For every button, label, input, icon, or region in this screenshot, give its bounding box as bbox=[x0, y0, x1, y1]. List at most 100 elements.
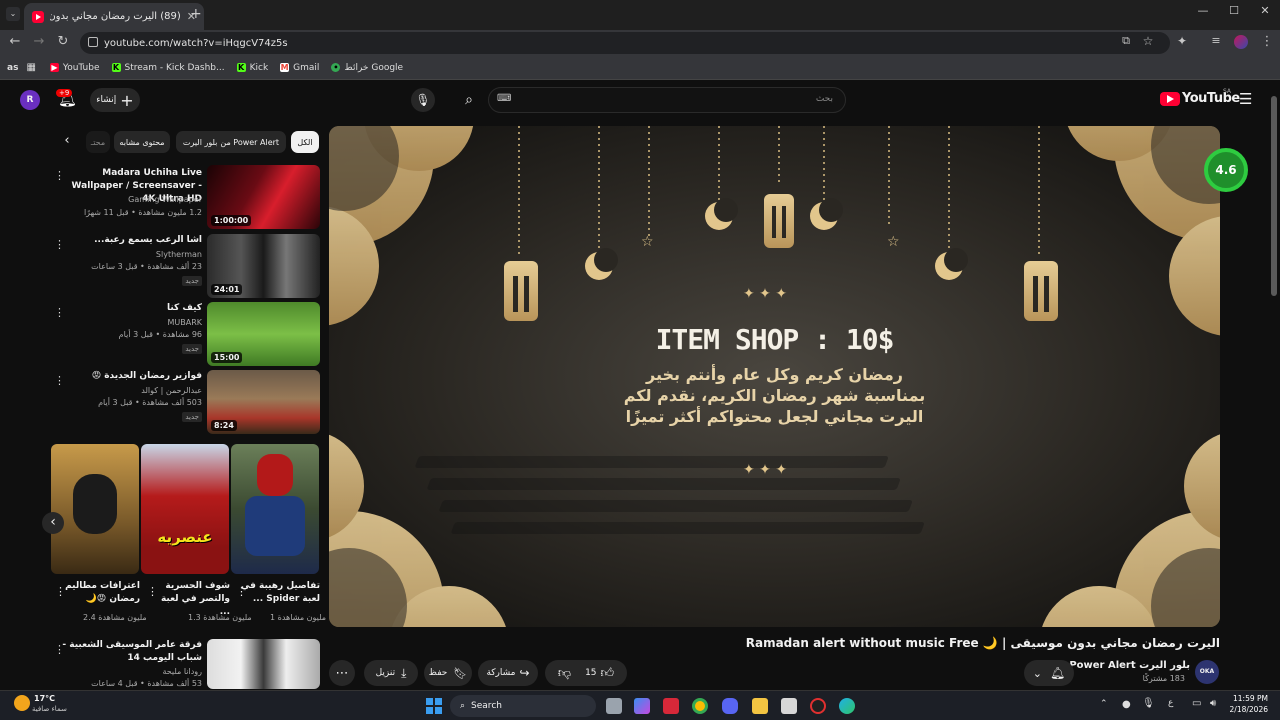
chips-scroll-left-icon[interactable]: ‹ bbox=[58, 133, 76, 151]
close-window-button[interactable]: ✕ bbox=[1251, 4, 1279, 17]
weather-temp[interactable]: 17°C bbox=[34, 694, 55, 703]
create-button[interactable]: إنشاء + bbox=[90, 88, 140, 112]
menu-dots-icon[interactable]: ⋮ bbox=[1258, 34, 1276, 49]
chip-all[interactable]: الكل bbox=[291, 131, 319, 153]
channel-name[interactable]: رودانا مليحة bbox=[62, 667, 202, 676]
taskbar-search-box[interactable]: ⌕ Search bbox=[450, 695, 596, 717]
channel-name[interactable]: Slytherman bbox=[62, 250, 202, 259]
reading-list-icon[interactable]: ≡ bbox=[1207, 34, 1225, 47]
voice-search-icon[interactable]: 🎙︎ bbox=[411, 88, 435, 112]
channel-name[interactable]: بلور اليرت Power Alert bbox=[1060, 660, 1190, 671]
list-item[interactable]: 24:01 اشا الرعب يسمع رعبة... Slytherman … bbox=[50, 234, 320, 298]
more-actions-icon[interactable]: ⋮ bbox=[147, 585, 158, 598]
more-actions-icon[interactable]: ⋮ bbox=[54, 238, 65, 251]
back-icon[interactable]: ← bbox=[6, 34, 24, 49]
reload-icon[interactable]: ↻ bbox=[54, 34, 72, 49]
more-actions-icon[interactable]: ⋮ bbox=[54, 374, 65, 387]
video-thumbnail[interactable]: 15:00 bbox=[207, 302, 320, 366]
page-scrollbar[interactable] bbox=[1271, 96, 1277, 296]
like-icon[interactable]: 👍︎ bbox=[601, 666, 615, 681]
forward-icon[interactable]: → bbox=[30, 34, 48, 49]
browser-tab-active[interactable]: (89) اليرت رمضان مجاني بدون موسيقى ✕ bbox=[24, 3, 204, 30]
cast-icon[interactable]: ⧉ bbox=[1117, 34, 1135, 48]
save-button[interactable]: حفظ 🔖︎ bbox=[424, 660, 472, 686]
video-title[interactable]: اشا الرعب يسمع رعبة... bbox=[62, 234, 202, 247]
app-icon-red[interactable] bbox=[663, 698, 679, 714]
more-actions-icon[interactable]: ⋯ bbox=[329, 660, 355, 686]
chip-from-power-alert[interactable]: بلور اليرت من Power Alert bbox=[176, 131, 286, 153]
short-thumbnail[interactable] bbox=[51, 444, 139, 574]
chip-related[interactable]: محتـ bbox=[86, 131, 110, 153]
video-title[interactable]: فرقة عامر الموسيقى الشعبية - شباب اليومب… bbox=[62, 639, 202, 665]
channel-name[interactable]: MUBARK bbox=[62, 318, 202, 327]
site-info-icon[interactable] bbox=[88, 37, 98, 47]
channel-avatar[interactable]: OKA bbox=[1195, 660, 1219, 684]
clock-time[interactable]: 11:59 PM bbox=[1226, 694, 1268, 703]
more-actions-icon[interactable]: ⋮ bbox=[236, 585, 247, 598]
video-title[interactable]: كيف كنا bbox=[62, 302, 202, 315]
store-icon[interactable] bbox=[781, 698, 797, 714]
channel-name[interactable]: عبدالرحمن | كوالد bbox=[62, 386, 202, 395]
subscribe-bell-button[interactable]: ⌄ 🔔︎ bbox=[1024, 660, 1074, 686]
app-icon-record[interactable] bbox=[810, 698, 826, 714]
share-button[interactable]: مشاركة ↪ bbox=[478, 660, 538, 686]
download-button[interactable]: تنزيل ⤓ bbox=[364, 660, 418, 686]
minimize-button[interactable]: — bbox=[1189, 4, 1217, 17]
short-thumbnail[interactable] bbox=[231, 444, 319, 574]
profile-avatar[interactable] bbox=[1234, 35, 1248, 49]
short-title[interactable]: تفاصيل رهيبة في لعبة Spider ... bbox=[240, 580, 320, 606]
search-input[interactable]: ⌨ بحث bbox=[488, 87, 846, 113]
hamburger-menu-icon[interactable]: ☰ bbox=[1239, 90, 1252, 108]
copilot-icon[interactable] bbox=[634, 698, 650, 714]
more-actions-icon[interactable]: ⋮ bbox=[54, 643, 65, 656]
short-title[interactable]: اعترافات مطاليم رمضان 😡🌙 bbox=[60, 580, 140, 606]
short-thumbnail[interactable]: عنصريه bbox=[141, 444, 229, 574]
bookmark-youtube[interactable]: ▶ YouTube bbox=[49, 63, 100, 73]
task-view-icon[interactable] bbox=[606, 698, 622, 714]
video-player[interactable]: ☆ ☆ ✦ ✦ ✦ ✦ ✦ ✦ ITEM SHOP : 10$ رمضان كر… bbox=[329, 126, 1220, 627]
clock-date[interactable]: 2/18/2026 bbox=[1226, 705, 1268, 714]
maximize-button[interactable]: ☐ bbox=[1220, 4, 1248, 17]
more-actions-icon[interactable]: ⋮ bbox=[54, 169, 65, 182]
apps-grid-icon[interactable]: ▦ bbox=[26, 62, 35, 73]
chrome-icon[interactable] bbox=[692, 698, 708, 714]
youtube-logo-text[interactable]: YouTube bbox=[1182, 91, 1240, 106]
more-actions-icon[interactable]: ⋮ bbox=[55, 585, 66, 598]
more-actions-icon[interactable]: ⋮ bbox=[54, 306, 65, 319]
search-icon[interactable]: ⌕ bbox=[457, 88, 481, 112]
account-avatar[interactable]: R bbox=[20, 90, 40, 110]
bookmark-star-icon[interactable]: ☆ bbox=[1139, 34, 1157, 48]
keyboard-icon[interactable]: ⌨ bbox=[497, 93, 511, 104]
chip-similar[interactable]: محتوى مشابه bbox=[114, 131, 170, 153]
tray-app-icon[interactable]: ● bbox=[1122, 699, 1131, 710]
file-explorer-icon[interactable] bbox=[752, 698, 768, 714]
address-bar[interactable]: youtube.com/watch?v=iHqgcV74z5s bbox=[80, 32, 1170, 54]
bookmark-google-maps[interactable]: • خرائط Google bbox=[331, 63, 403, 73]
edge-icon[interactable] bbox=[839, 698, 855, 714]
shorts-prev-button[interactable]: ‹ bbox=[42, 512, 64, 534]
network-icon[interactable]: ▭ bbox=[1192, 698, 1201, 709]
microphone-icon[interactable]: 🎙︎ bbox=[1142, 698, 1155, 709]
video-thumbnail[interactable]: 1:00:00 bbox=[207, 165, 320, 229]
video-title[interactable]: فوازير رمضان الجديدة 😡 bbox=[62, 370, 202, 383]
new-tab-button[interactable]: + bbox=[190, 6, 202, 22]
tab-search-button[interactable]: ⌄ bbox=[6, 7, 20, 21]
bookmark-gmail[interactable]: M Gmail bbox=[280, 63, 319, 73]
windows-start-icon[interactable] bbox=[426, 698, 442, 714]
extensions-icon[interactable]: ✦ bbox=[1173, 34, 1191, 48]
language-indicator[interactable]: ع bbox=[1168, 698, 1173, 708]
dislike-icon[interactable]: 👎︎ bbox=[558, 666, 571, 681]
list-item[interactable]: فرقة عامر الموسيقى الشعبية - شباب اليومب… bbox=[50, 639, 320, 689]
list-item[interactable]: 15:00 كيف كنا MUBARK 96 مشاهدة • قبل 3 أ… bbox=[50, 302, 320, 366]
profile-badge[interactable]: as bbox=[7, 63, 18, 73]
volume-icon[interactable]: 🔊︎ bbox=[1210, 698, 1216, 709]
video-thumbnail[interactable] bbox=[207, 639, 320, 689]
tray-overflow-icon[interactable]: ⌃ bbox=[1100, 699, 1108, 709]
list-item[interactable]: 1:00:00 Madara Uchiha Live Wallpaper / S… bbox=[50, 165, 320, 229]
list-item[interactable]: 8:24 فوازير رمضان الجديدة 😡 عبدالرحمن | … bbox=[50, 370, 320, 434]
channel-name[interactable]: Gaming Wallpaper bbox=[62, 195, 202, 204]
bookmark-kick-dashboard[interactable]: K Stream - Kick Dashb... bbox=[111, 63, 225, 73]
video-thumbnail[interactable]: 24:01 bbox=[207, 234, 320, 298]
bookmark-kick[interactable]: K Kick bbox=[236, 63, 268, 73]
discord-icon[interactable] bbox=[722, 698, 738, 714]
